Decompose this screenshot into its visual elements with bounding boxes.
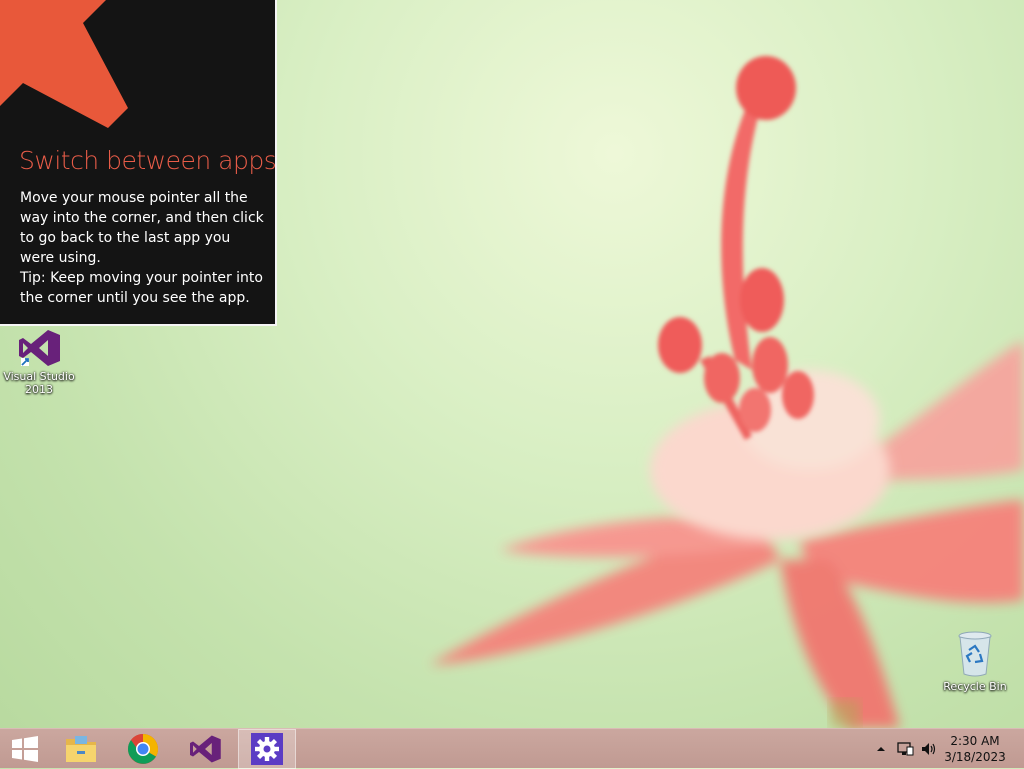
start-button[interactable] (0, 729, 50, 769)
recycle-bin-icon (958, 631, 992, 677)
visual-studio-icon (19, 330, 60, 366)
taskbar-chrome-button[interactable] (113, 729, 173, 769)
desktop-icon-label: Visual Studio (3, 370, 75, 383)
network-icon[interactable] (896, 741, 914, 757)
tip-paragraph: Move your mouse pointer all the way into… (20, 190, 264, 266)
taskbar-settings-button[interactable] (238, 729, 296, 769)
visual-studio-icon (190, 735, 221, 763)
clock-date: 3/18/2023 (944, 750, 1006, 764)
switch-apps-tip: Switch between apps Move your mouse poin… (0, 0, 277, 326)
show-hidden-icons-chevron-up-icon[interactable] (874, 742, 888, 756)
tip-paragraph: Tip: Keep moving your pointer into the c… (20, 270, 263, 306)
taskbar-clock[interactable]: 2:30 AM 3/18/2023 (940, 733, 1010, 765)
tip-body: Move your mouse pointer all the way into… (20, 188, 265, 308)
gear-icon (251, 733, 283, 765)
tip-title: Switch between apps (19, 146, 277, 175)
windows-logo-icon (12, 736, 38, 762)
desktop-icon-recycle-bin[interactable]: Recycle Bin (937, 630, 1013, 693)
taskbar-visual-studio-button[interactable] (175, 729, 235, 769)
desktop-icon-label: 2013 (25, 383, 53, 396)
desktop-icon-visual-studio[interactable]: Visual Studio 2013 (1, 328, 77, 396)
taskbar: 2:30 AM 3/18/2023 (0, 728, 1024, 769)
taskbar-file-explorer-button[interactable] (51, 729, 111, 769)
system-tray (874, 729, 938, 769)
desktop-icon-label: Recycle Bin (943, 680, 1007, 693)
volume-icon[interactable] (920, 741, 938, 757)
arrow-up-left-icon (0, 0, 128, 128)
chrome-icon (127, 734, 159, 764)
folder-icon (66, 736, 96, 762)
clock-time: 2:30 AM (950, 734, 1000, 748)
